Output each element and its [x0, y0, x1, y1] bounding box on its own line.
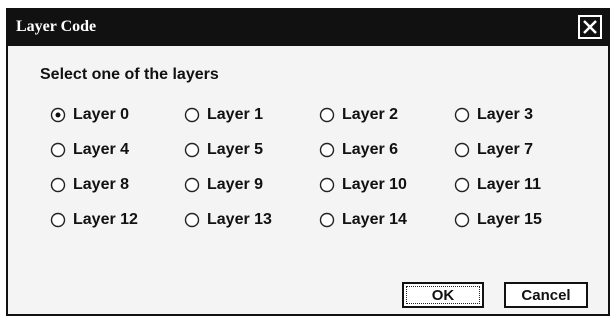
radio-unselected-icon[interactable]	[184, 107, 200, 123]
radio-option-label: Layer 2	[342, 106, 399, 123]
radio-unselected-icon[interactable]	[319, 107, 335, 123]
radio-option-layer-6[interactable]: Layer 6	[319, 139, 398, 161]
radio-option-layer-10[interactable]: Layer 10	[319, 174, 407, 196]
radio-option-label: Layer 4	[73, 141, 130, 158]
radio-option-layer-7[interactable]: Layer 7	[454, 139, 533, 161]
radio-option-layer-13[interactable]: Layer 13	[184, 209, 272, 231]
radio-option-label: Layer 7	[477, 141, 534, 158]
radio-option-label: Layer 3	[477, 106, 534, 123]
radio-unselected-icon[interactable]	[319, 212, 335, 228]
radio-option-label: Layer 10	[342, 176, 407, 193]
radio-option-label: Layer 11	[477, 176, 542, 193]
radio-unselected-icon[interactable]	[184, 177, 200, 193]
radio-unselected-icon[interactable]	[454, 177, 470, 193]
title-bar[interactable]: Layer Code	[8, 10, 608, 46]
radio-option-layer-9[interactable]: Layer 9	[184, 174, 263, 196]
instruction-text: Select one of the layers	[40, 66, 219, 83]
dialog-title: Layer Code	[16, 18, 97, 35]
radio-option-layer-4[interactable]: Layer 4	[50, 139, 129, 161]
radio-unselected-icon[interactable]	[454, 142, 470, 158]
ok-button[interactable]: OK	[402, 282, 484, 308]
cancel-button[interactable]: Cancel	[504, 282, 588, 308]
layer-code-dialog: Layer Code Select one of the layers Laye…	[6, 8, 610, 316]
radio-option-label: Layer 14	[342, 211, 407, 228]
radio-option-layer-2[interactable]: Layer 2	[319, 104, 398, 126]
radio-option-layer-0[interactable]: Layer 0	[50, 104, 129, 126]
radio-unselected-icon[interactable]	[50, 177, 66, 193]
radio-option-label: Layer 9	[207, 176, 264, 193]
radio-option-layer-11[interactable]: Layer 11	[454, 174, 541, 196]
radio-unselected-icon[interactable]	[184, 212, 200, 228]
radio-unselected-icon[interactable]	[184, 142, 200, 158]
radio-option-label: Layer 8	[73, 176, 130, 193]
radio-selected-icon[interactable]	[50, 107, 66, 123]
radio-unselected-icon[interactable]	[319, 177, 335, 193]
radio-option-layer-1[interactable]: Layer 1	[184, 104, 263, 126]
radio-option-label: Layer 1	[207, 106, 264, 123]
radio-unselected-icon[interactable]	[454, 212, 470, 228]
radio-option-layer-5[interactable]: Layer 5	[184, 139, 263, 161]
radio-option-label: Layer 15	[477, 211, 542, 228]
radio-unselected-icon[interactable]	[50, 142, 66, 158]
radio-option-label: Layer 13	[207, 211, 272, 228]
radio-option-layer-14[interactable]: Layer 14	[319, 209, 407, 231]
radio-unselected-icon[interactable]	[319, 142, 335, 158]
radio-option-layer-12[interactable]: Layer 12	[50, 209, 138, 231]
radio-option-label: Layer 12	[73, 211, 138, 228]
close-icon[interactable]	[578, 15, 602, 39]
radio-option-layer-15[interactable]: Layer 15	[454, 209, 542, 231]
radio-option-layer-8[interactable]: Layer 8	[50, 174, 129, 196]
radio-option-label: Layer 6	[342, 141, 399, 158]
radio-unselected-icon[interactable]	[454, 107, 470, 123]
radio-option-label: Layer 5	[207, 141, 264, 158]
radio-option-layer-3[interactable]: Layer 3	[454, 104, 533, 126]
radio-unselected-icon[interactable]	[50, 212, 66, 228]
radio-option-label: Layer 0	[73, 106, 130, 123]
